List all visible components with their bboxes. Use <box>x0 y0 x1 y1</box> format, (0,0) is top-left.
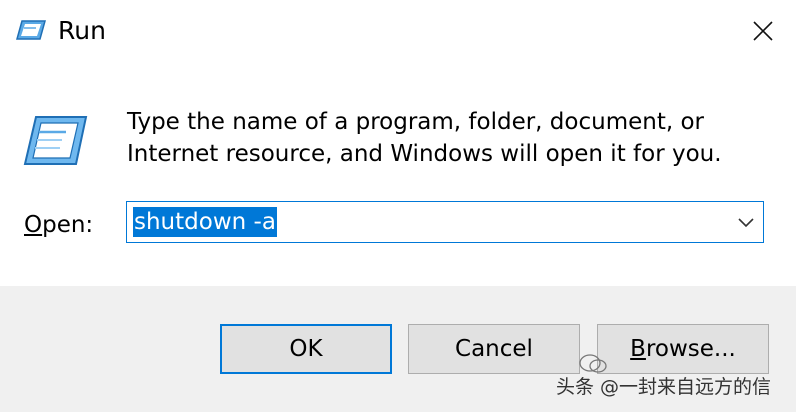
browse-button[interactable]: Browse... <box>597 324 769 374</box>
cancel-button[interactable]: Cancel <box>408 324 580 374</box>
watermark-icon <box>579 354 607 373</box>
ok-button[interactable]: OK <box>220 324 392 374</box>
close-icon <box>753 21 773 41</box>
open-input[interactable]: shutdown -a <box>133 207 277 237</box>
open-combobox[interactable]: shutdown -a <box>126 201 764 243</box>
watermark-text: 头条 @一封来自远方的信 <box>556 376 772 398</box>
chevron-down-icon[interactable] <box>735 211 757 233</box>
browse-label: rowse... <box>645 336 736 362</box>
open-label-mnemonic: O <box>24 212 43 238</box>
dialog-content: Type the name of a program, folder, docu… <box>0 62 796 286</box>
run-program-icon <box>23 116 88 165</box>
open-label-text: pen: <box>42 212 94 238</box>
run-icon <box>16 20 46 40</box>
close-button[interactable] <box>730 0 796 62</box>
title-bar: Run <box>0 0 796 62</box>
browse-mnemonic: B <box>630 336 646 362</box>
dialog-description: Type the name of a program, folder, docu… <box>127 109 722 167</box>
window-title: Run <box>58 16 106 45</box>
open-label: Open: <box>24 210 93 240</box>
run-dialog: Run Type the name of a program, folder, … <box>0 0 796 412</box>
